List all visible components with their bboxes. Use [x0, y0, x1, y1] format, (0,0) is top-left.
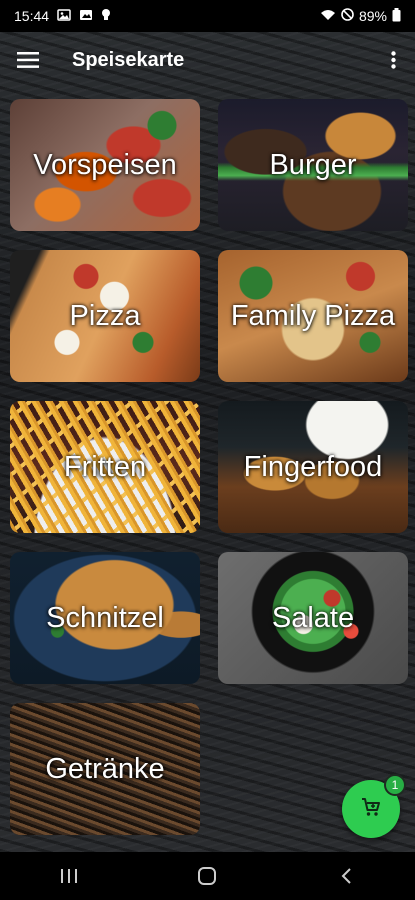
category-label: Fingerfood [243, 450, 383, 483]
category-tile-vorspeisen[interactable]: Vorspeisen [10, 99, 200, 231]
app-bar: Speisekarte [0, 32, 415, 88]
category-tile-salate[interactable]: Salate [218, 552, 408, 684]
gallery-icon [57, 8, 71, 24]
category-label: Pizza [69, 299, 141, 332]
category-label: Salate [271, 601, 355, 634]
battery-icon [392, 7, 401, 25]
category-tile-pizza[interactable]: Pizza [10, 250, 200, 382]
cart-icon [360, 796, 382, 823]
category-tile-fritten[interactable]: Fritten [10, 401, 200, 533]
category-label: Vorspeisen [33, 148, 177, 181]
category-label: Family Pizza [230, 299, 396, 332]
home-icon[interactable] [177, 856, 237, 896]
category-label: Fritten [63, 450, 147, 483]
status-bar: 15:44 89% [0, 0, 415, 32]
menu-screen: Speisekarte Vorspeisen Burger Pizza Fami… [0, 32, 415, 852]
category-tile-getraenke[interactable]: Getränke [10, 703, 200, 835]
category-tile-schnitzel[interactable]: Schnitzel [10, 552, 200, 684]
wifi-icon [320, 8, 336, 24]
system-nav-bar [0, 852, 415, 900]
status-time: 15:44 [14, 8, 50, 24]
back-icon[interactable] [316, 856, 376, 896]
hamburger-menu-icon[interactable] [0, 32, 56, 88]
recent-apps-icon[interactable] [39, 856, 99, 896]
bulb-icon [101, 8, 111, 24]
category-label: Getränke [45, 752, 165, 785]
image-icon [79, 8, 93, 24]
category-tile-family-pizza[interactable]: Family Pizza [218, 250, 408, 382]
category-tile-fingerfood[interactable]: Fingerfood [218, 401, 408, 533]
category-tile-burger[interactable]: Burger [218, 99, 408, 231]
do-not-disturb-icon [341, 8, 354, 24]
cart-button[interactable]: 1 [342, 774, 406, 838]
battery-label: 89% [358, 8, 387, 24]
category-label: Burger [269, 148, 357, 181]
category-label: Schnitzel [46, 601, 164, 634]
cart-count-badge: 1 [384, 774, 406, 796]
page-title: Speisekarte [72, 48, 185, 71]
more-vert-icon[interactable] [371, 32, 415, 88]
